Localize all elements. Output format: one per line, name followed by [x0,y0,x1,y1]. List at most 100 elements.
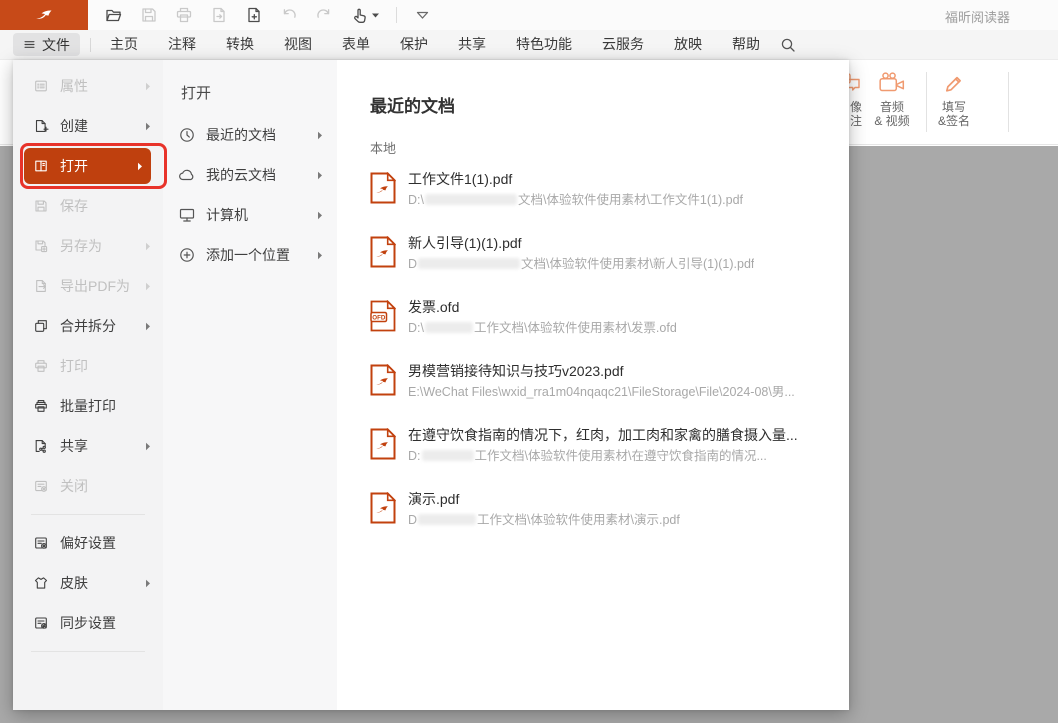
app-window: 福昕阅读器 文件 主页 注释 转换 视图 表单 保护 共享 特色功能 云服务 放… [0,0,1058,723]
ribbon-tabs: 主页 注释 转换 视图 表单 保护 共享 特色功能 云服务 放映 帮助 [95,30,775,59]
pdf-file-icon [370,172,396,204]
redo-icon[interactable] [315,6,333,24]
menu-item-open[interactable]: 打开 [24,148,151,184]
open-panel-title: 打开 [163,82,337,103]
recent-files-list: 工作文件1(1).pdf D:\文档\体验软件使用素材\工作文件1(1).pdf… [370,170,825,554]
tab-share[interactable]: 共享 [443,30,501,59]
cloud-icon [178,166,196,184]
ofd-file-icon: OFD [370,300,396,332]
recent-file-item[interactable]: OFD 发票.ofd D:\工作文档\体验软件使用素材\发票.ofd [370,298,825,362]
ribbon-button-fill-sign[interactable]: 填写 &签名 [930,66,978,138]
submenu-arrow-icon [145,122,151,131]
submenu-arrow-icon [317,171,323,180]
menu-item-save-as[interactable]: 另存为 [13,226,163,266]
redacted-path-segment [418,514,476,525]
batch-print-icon [33,398,49,414]
hamburger-icon [23,38,36,51]
sync-settings-icon [33,615,49,631]
export-page-icon[interactable] [210,6,228,24]
tab-home[interactable]: 主页 [95,30,153,59]
skin-tshirt-icon [33,575,49,591]
pdf-file-icon [370,492,396,524]
file-menu-sidebar: 属性 创建 打开 保存 另存为 [13,60,163,710]
open-item-computer[interactable]: 计算机 [163,195,337,235]
quick-access-toolbar [104,6,431,25]
tab-form[interactable]: 表单 [327,30,385,59]
recent-documents-title: 最近的文档 [370,92,825,117]
open-item-recent-documents[interactable]: 最近的文档 [163,115,337,155]
menu-item-close[interactable]: 关闭 [13,466,163,506]
ribbon-divider [1008,72,1009,132]
submenu-arrow-icon [145,242,151,251]
new-document-icon[interactable] [245,6,263,24]
pdf-file-icon [370,428,396,460]
menu-item-export-pdf[interactable]: 导出PDF为 [13,266,163,306]
tab-view[interactable]: 视图 [269,30,327,59]
open-file-icon[interactable] [104,6,123,25]
menu-item-sync-settings[interactable]: 同步设置 [13,603,163,643]
local-section-label: 本地 [370,138,825,157]
tab-help[interactable]: 帮助 [717,30,775,59]
menu-item-create[interactable]: 创建 [13,106,163,146]
dropdown-caret-icon [372,13,379,18]
print-icon [33,358,49,374]
title-bar: 福昕阅读器 [0,0,1058,30]
open-item-add-place[interactable]: 添加一个位置 [163,235,337,275]
file-path: D:\文档\体验软件使用素材\工作文件1(1).pdf [408,192,743,209]
redacted-path-segment [425,322,473,333]
submenu-arrow-icon [145,282,151,291]
file-menu-button[interactable]: 文件 [13,33,80,56]
tab-slideshow[interactable]: 放映 [659,30,717,59]
recent-file-item[interactable]: 演示.pdf D工作文档\体验软件使用素材\演示.pdf [370,490,825,554]
sidebar-divider [31,651,145,652]
tab-cloud[interactable]: 云服务 [587,30,659,59]
foxit-logo[interactable] [0,0,88,30]
file-menu-label: 文件 [42,35,70,55]
menu-item-print[interactable]: 打印 [13,346,163,386]
menu-item-save[interactable]: 保存 [13,186,163,226]
app-title: 福昕阅读器 [945,7,1010,26]
menu-item-skin[interactable]: 皮肤 [13,563,163,603]
tab-protect[interactable]: 保护 [385,30,443,59]
svg-text:OFD: OFD [372,315,386,322]
open-item-cloud-documents[interactable]: 我的云文档 [163,155,337,195]
recent-file-item[interactable]: 工作文件1(1).pdf D:\文档\体验软件使用素材\工作文件1(1).pdf [370,170,825,234]
ribbon-button-audio-video[interactable]: 音频 & 视频 [864,66,920,138]
save-icon [33,198,49,214]
toolbar-divider [396,7,397,23]
collapse-toolbar-icon[interactable] [414,8,431,22]
submenu-arrow-icon [145,442,151,451]
recent-file-item[interactable]: 男模营销接待知识与技巧v2023.pdf E:\WeChat Files\wxi… [370,362,825,426]
recent-file-item[interactable]: 新人引导(1)(1).pdf D文档\体验软件使用素材\新人引导(1)(1).p… [370,234,825,298]
video-camera-icon [878,66,906,100]
redacted-path-segment [418,258,520,269]
open-icon [33,158,49,174]
menu-item-share[interactable]: 共享 [13,426,163,466]
file-path: D文档\体验软件使用素材\新人引导(1)(1).pdf [408,256,754,273]
pencil-icon [942,66,966,100]
tab-convert[interactable]: 转换 [211,30,269,59]
create-icon [33,118,49,134]
tab-comment[interactable]: 注释 [153,30,211,59]
export-pdf-icon [33,278,49,294]
menu-item-merge-split[interactable]: 合并拆分 [13,306,163,346]
menu-bar: 文件 主页 注释 转换 视图 表单 保护 共享 特色功能 云服务 放映 帮助 [0,30,1058,60]
menu-item-properties[interactable]: 属性 [13,66,163,106]
hand-tool-icon[interactable] [350,6,379,25]
share-icon [33,438,49,454]
ribbon-divider [926,72,927,132]
submenu-arrow-icon [317,131,323,140]
foxit-bird-icon [33,4,55,26]
recent-file-item[interactable]: 在遵守饮食指南的情况下，红肉，加工肉和家禽的膳食摄入量... D:工作文档\体验… [370,426,825,490]
menu-item-preferences[interactable]: 偏好设置 [13,523,163,563]
print-icon[interactable] [175,6,193,24]
redacted-path-segment [422,450,474,461]
save-icon[interactable] [140,6,158,24]
computer-monitor-icon [178,206,196,224]
undo-icon[interactable] [280,6,298,24]
menu-item-batch-print[interactable]: 批量打印 [13,386,163,426]
file-path: D:工作文档\体验软件使用素材\在遵守饮食指南的情况... [408,448,798,465]
submenu-arrow-icon [137,162,143,171]
tab-features[interactable]: 特色功能 [501,30,587,59]
search-icon[interactable] [779,36,797,54]
